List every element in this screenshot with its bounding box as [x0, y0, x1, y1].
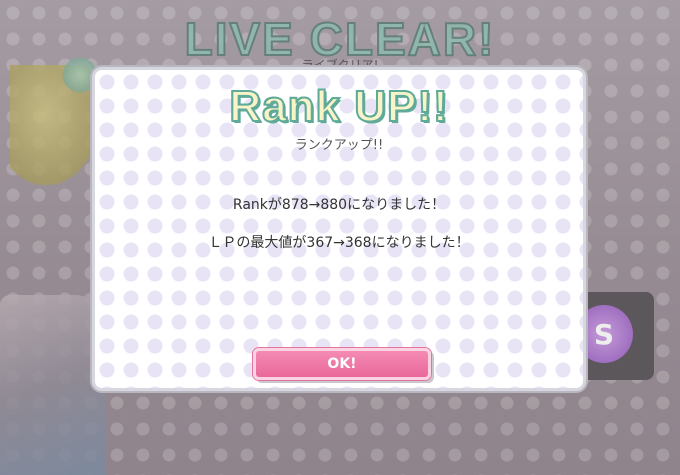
- rank-message: Rankが878→880になりました！: [232, 197, 446, 213]
- dialog-subtitle: ランクアップ!!: [294, 138, 384, 153]
- ok-button[interactable]: OK!: [253, 348, 431, 380]
- lp-message: ＬＰの最大値が367→368になりました！: [208, 235, 470, 251]
- dialog-title: Rank UP!!: [228, 81, 449, 132]
- rank-up-dialog: Rank UP!! ランクアップ!! Rankが878→880になりました！ Ｌ…: [92, 67, 586, 391]
- character-dress: [0, 295, 105, 475]
